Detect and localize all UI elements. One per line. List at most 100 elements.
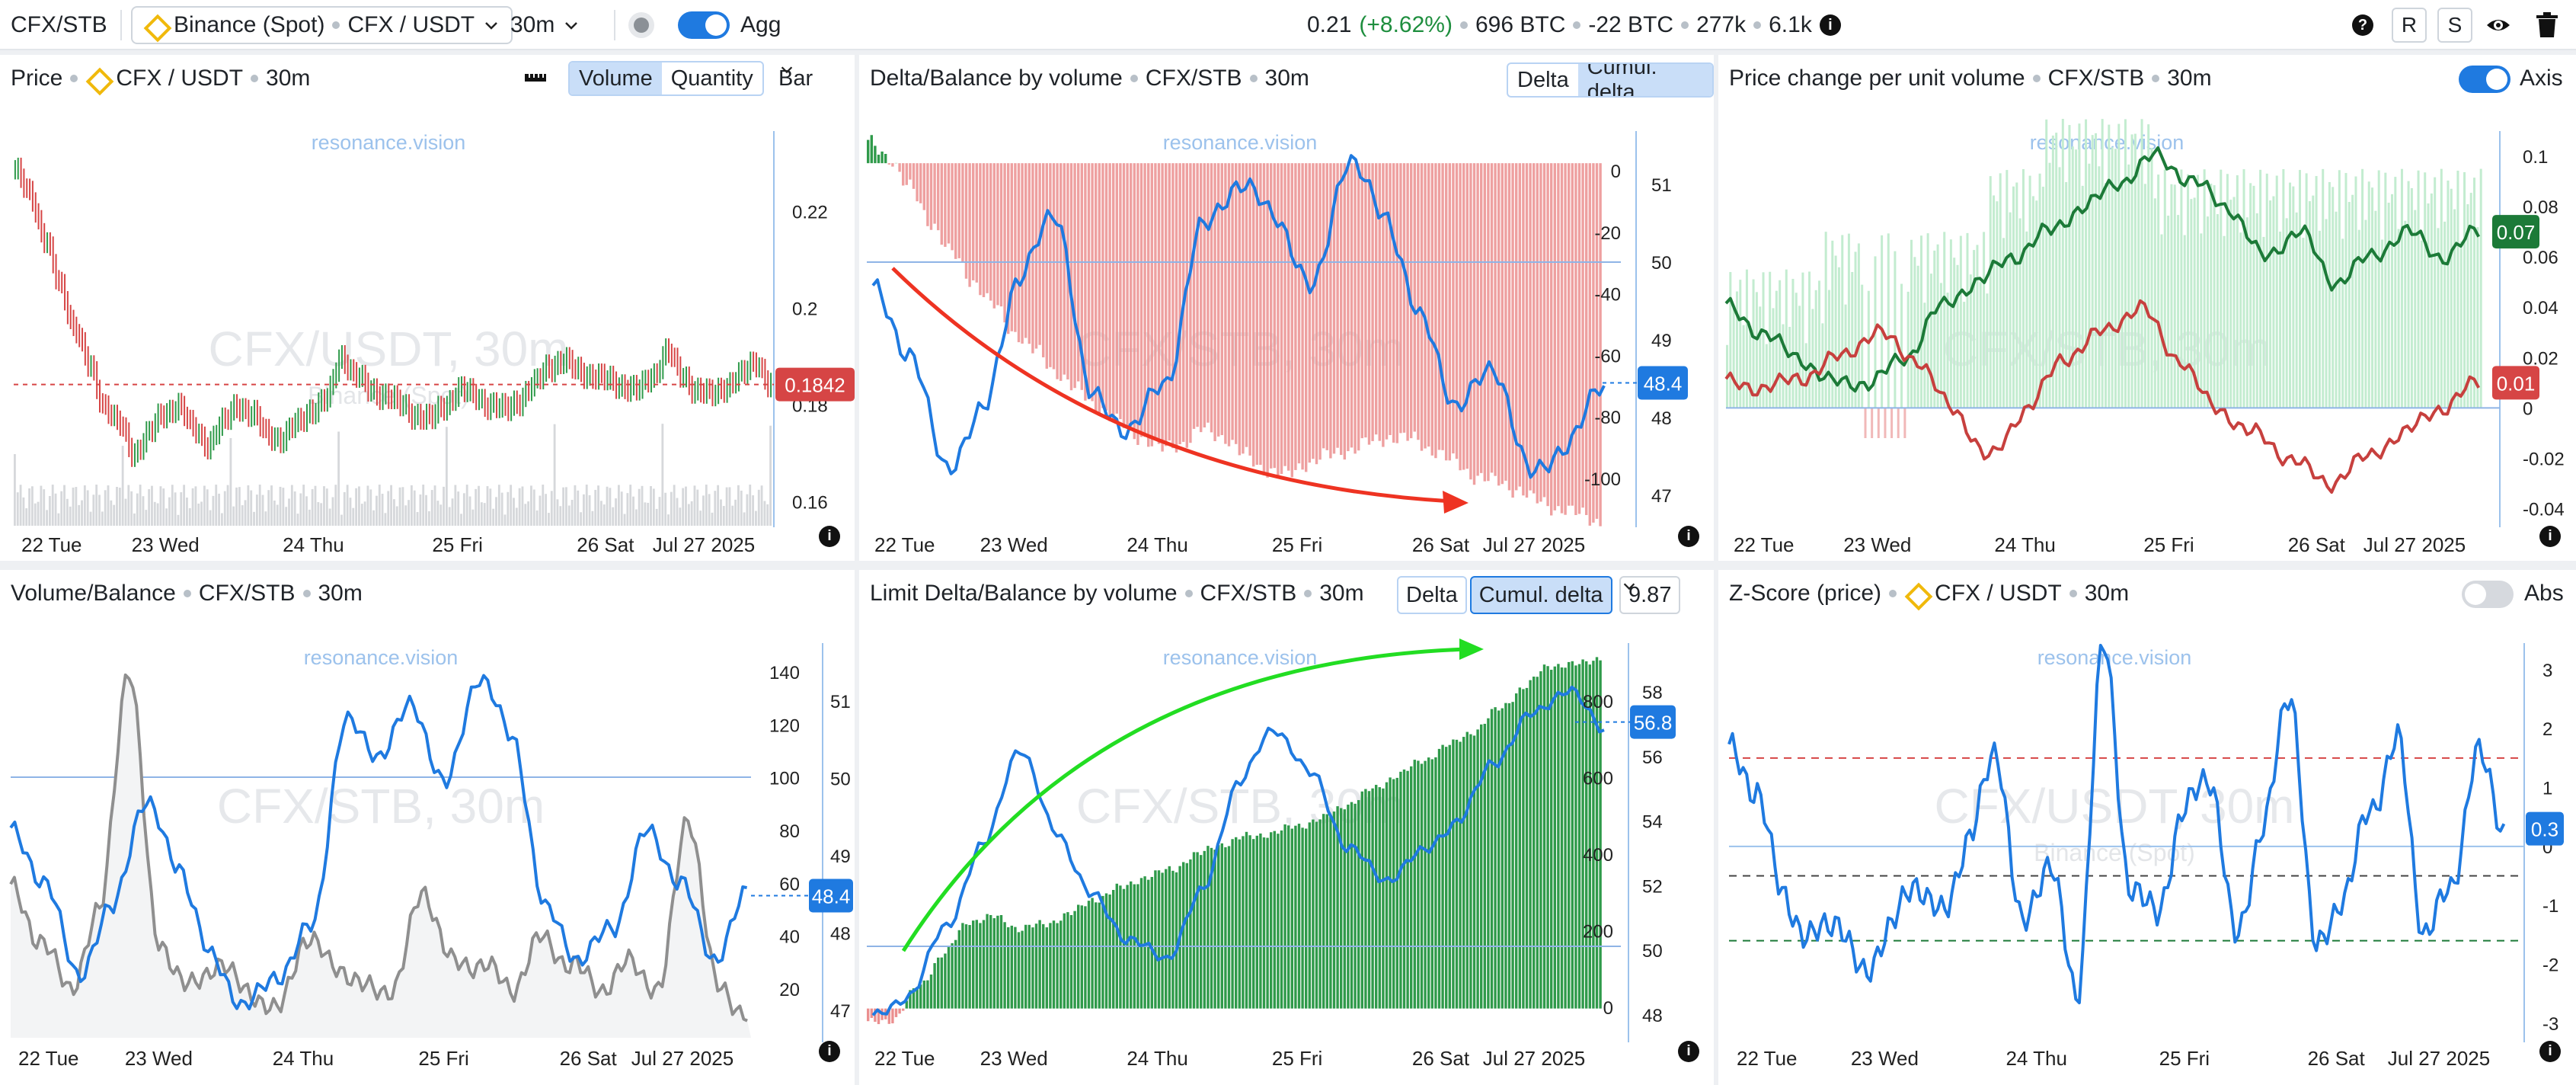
volume-bar	[305, 496, 308, 526]
limit-delta-bar	[1550, 670, 1553, 1009]
limit-delta-bar	[1494, 707, 1497, 1009]
histogram-bar	[2124, 119, 2127, 408]
limit-delta-panel: Limit Delta/Balance by volume CFX/STB 30…	[859, 570, 1714, 1085]
info-icon[interactable]: i	[819, 526, 840, 547]
volume-bar	[148, 489, 151, 526]
y-tick-label: 0.04	[2523, 298, 2558, 318]
limit-delta-bar	[891, 1008, 894, 1024]
x-tick-label: Jul 27 2025	[631, 1047, 733, 1070]
limit-delta-bar	[1301, 827, 1304, 1009]
volume-bar	[46, 510, 48, 526]
info-icon[interactable]: i	[2539, 526, 2561, 547]
limit-delta-bar	[989, 914, 992, 1009]
y-tick-label: 0.22	[792, 202, 828, 222]
timeframe-select[interactable]: 30m	[510, 0, 580, 50]
agg-label: Agg	[740, 12, 781, 37]
volume-bar	[609, 488, 612, 526]
x-tick-label: 25 Fri	[432, 533, 482, 556]
volume-balance-chart[interactable]: resonance.vision CFX/STB, 30m 140 120 100 80 6…	[0, 570, 855, 1085]
delta-bar	[957, 163, 960, 258]
delta-bar	[1157, 163, 1161, 444]
limit-delta-bar	[1465, 731, 1469, 1009]
volume-bar	[153, 501, 156, 526]
delta-bar	[1347, 163, 1350, 452]
delta-bar	[1200, 163, 1203, 433]
volume-bar	[699, 510, 702, 526]
volume-bar	[641, 485, 644, 526]
oi-value: 6.1k	[1769, 12, 1812, 37]
info-icon[interactable]: i	[819, 1041, 840, 1062]
volume-bar	[644, 502, 647, 526]
volume-bar	[320, 503, 323, 526]
limit-delta-bar	[992, 918, 996, 1009]
histogram-bar	[2058, 167, 2061, 408]
histogram-bar	[2206, 216, 2209, 408]
histogram-bar	[1894, 251, 1897, 408]
limit-delta-bar	[1049, 923, 1052, 1009]
s-button[interactable]: S	[2437, 8, 2472, 43]
histogram-bar	[2018, 218, 2021, 408]
limit-delta-bar	[1143, 876, 1146, 1009]
volume-bar	[407, 500, 410, 526]
delta-bar	[1441, 163, 1444, 450]
delta-bar	[1049, 163, 1052, 367]
x-tick-label: 22 Tue	[874, 1047, 935, 1070]
histogram-bar	[2006, 170, 2009, 408]
info-icon[interactable]: i	[1678, 526, 1699, 547]
delta-bar	[1577, 163, 1581, 514]
record-button[interactable]	[626, 0, 657, 50]
price-chart[interactable]: resonance.visionCFX/USDT, 30mBinance (Sp…	[0, 55, 855, 561]
histogram-bar	[2328, 181, 2331, 408]
y-tick-label-right: 58	[1642, 683, 1663, 703]
x-tick-label: 23 Wed	[1851, 1047, 1919, 1070]
trash-icon[interactable]	[2535, 11, 2559, 39]
delta-bar	[1308, 163, 1311, 463]
limit-delta-bar	[1574, 665, 1577, 1009]
limit-delta-bar	[1052, 920, 1056, 1009]
histogram-bar	[1864, 408, 1867, 438]
histogram-bar	[1906, 291, 1910, 408]
volume-bar	[323, 486, 325, 526]
histogram-bar	[1897, 408, 1900, 438]
y-tick-label: 0.1	[2523, 147, 2548, 168]
histogram-bar	[2430, 193, 2433, 408]
limit-delta-bar	[1441, 744, 1444, 1009]
trades-count: 277k	[1696, 12, 1747, 37]
limit-delta-bar	[1220, 843, 1223, 1009]
histogram-bar	[2160, 234, 2163, 408]
volume-bar	[599, 501, 602, 526]
limit-delta-bar	[922, 980, 925, 1009]
exchange-pair-select[interactable]: Binance (Spot) CFX / USDT	[131, 6, 513, 44]
histogram-bar	[2420, 240, 2423, 408]
price-change-chart[interactable]: resonance.visionCFX/STB, 30m0.10.080.060…	[1718, 55, 2576, 561]
histogram-bar	[2249, 183, 2252, 408]
delta-chart[interactable]: resonance.visionCFX/STB, 30m0-20-40-60-8…	[859, 55, 1714, 561]
delta-bar	[1378, 163, 1381, 441]
limit-delta-chart[interactable]: resonance.visionCFX/STB, 30m800600400200…	[859, 570, 1714, 1085]
delta-bar	[1242, 163, 1245, 454]
eye-icon[interactable]	[2485, 11, 2512, 39]
zscore-chart[interactable]: resonance.vision CFX/USDT, 30m Binance (Sp…	[1718, 570, 2576, 1085]
r-button[interactable]: R	[2392, 8, 2427, 43]
delta-bar	[1350, 163, 1354, 448]
info-icon[interactable]: i	[1819, 14, 1841, 36]
delta-bar	[1168, 163, 1171, 441]
limit-delta-bar	[1297, 824, 1301, 1009]
delta-bar	[1287, 163, 1290, 471]
x-tick-label: 26 Sat	[1412, 533, 1470, 556]
delta-bar	[1238, 163, 1241, 456]
delta-bar	[891, 163, 894, 167]
limit-delta-bar	[898, 1008, 901, 1014]
x-tick-label: 25 Fri	[418, 1047, 468, 1070]
info-icon[interactable]: i	[2539, 1041, 2561, 1062]
volume-bar	[615, 498, 617, 526]
help-icon[interactable]: ?	[2352, 14, 2373, 36]
volume-bar	[253, 511, 255, 526]
histogram-bar	[1762, 272, 1765, 408]
agg-toggle[interactable]	[678, 11, 730, 39]
info-icon[interactable]: i	[1678, 1041, 1699, 1062]
histogram-bar	[1946, 293, 1949, 408]
histogram-bar	[2440, 168, 2443, 408]
limit-delta-bar	[1130, 881, 1133, 1009]
volume-bar	[69, 506, 72, 526]
